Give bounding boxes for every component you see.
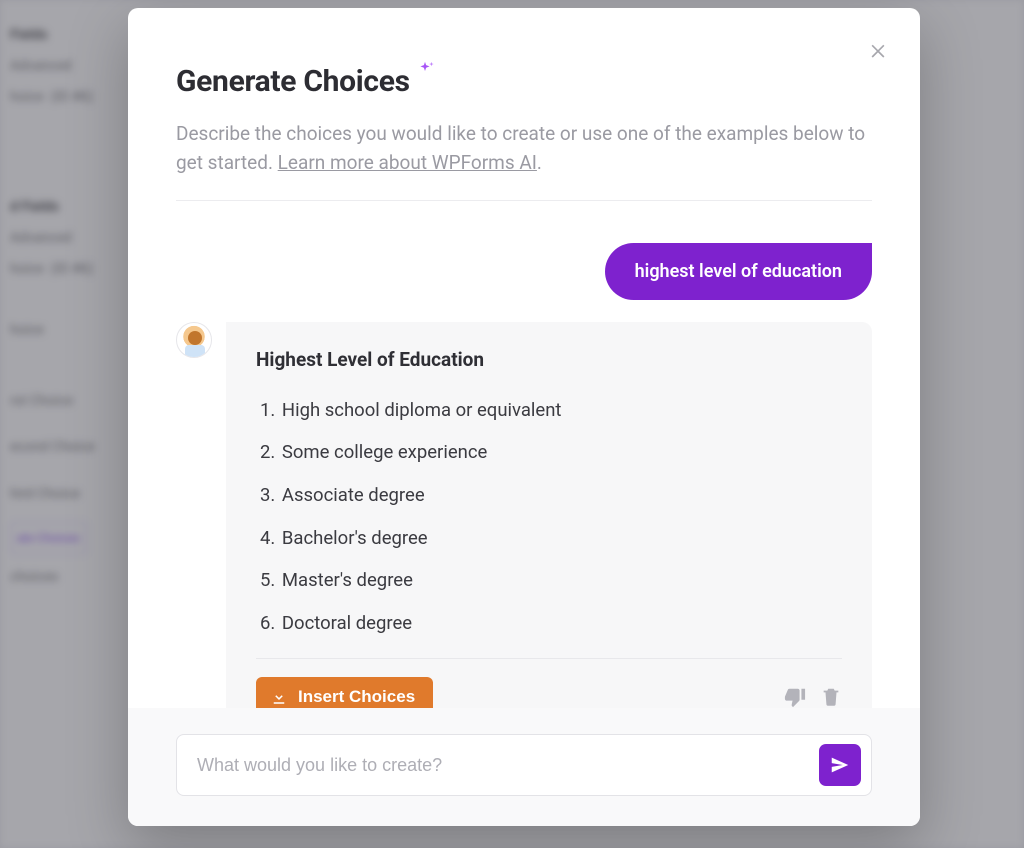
list-item: Master's degree <box>260 559 842 602</box>
modal-subtitle: Describe the choices you would like to c… <box>176 119 872 178</box>
send-button[interactable] <box>819 744 861 786</box>
ai-avatar <box>176 322 212 358</box>
card-actions: Insert Choices <box>256 677 842 708</box>
ai-response-title: Highest Level of Education <box>256 348 842 371</box>
trash-icon[interactable] <box>820 686 842 708</box>
sparkle-icon <box>414 60 436 82</box>
generated-choices-list: High school diploma or equivalent Some c… <box>256 389 842 644</box>
list-item: Doctoral degree <box>260 602 842 645</box>
close-icon <box>868 40 888 60</box>
prompt-input-bar[interactable] <box>176 734 872 796</box>
user-message-bubble: highest level of education <box>605 243 872 300</box>
list-item: Associate degree <box>260 474 842 517</box>
prompt-input-area <box>128 708 920 826</box>
list-item: Bachelor's degree <box>260 517 842 560</box>
send-icon <box>829 754 851 776</box>
header-divider <box>176 200 872 201</box>
card-divider <box>256 658 842 659</box>
modal-header: Generate Choices Describe the choices yo… <box>128 8 920 225</box>
ai-response-card: Highest Level of Education High school d… <box>226 322 872 708</box>
generate-choices-modal: Generate Choices Describe the choices yo… <box>128 8 920 826</box>
modal-title: Generate Choices <box>176 64 410 99</box>
learn-more-link[interactable]: Learn more about WPForms AI <box>278 151 537 174</box>
list-item: High school diploma or equivalent <box>260 389 842 432</box>
download-icon <box>270 688 288 706</box>
prompt-input[interactable] <box>197 755 819 776</box>
chat-area: highest level of education Highest Level… <box>128 225 920 708</box>
ai-response-row: Highest Level of Education High school d… <box>176 322 872 708</box>
insert-choices-button[interactable]: Insert Choices <box>256 677 433 708</box>
insert-button-label: Insert Choices <box>298 687 415 707</box>
thumbs-down-icon[interactable] <box>784 686 806 708</box>
list-item: Some college experience <box>260 431 842 474</box>
modal-subtitle-tail: . <box>537 151 542 174</box>
close-button[interactable] <box>864 36 892 64</box>
